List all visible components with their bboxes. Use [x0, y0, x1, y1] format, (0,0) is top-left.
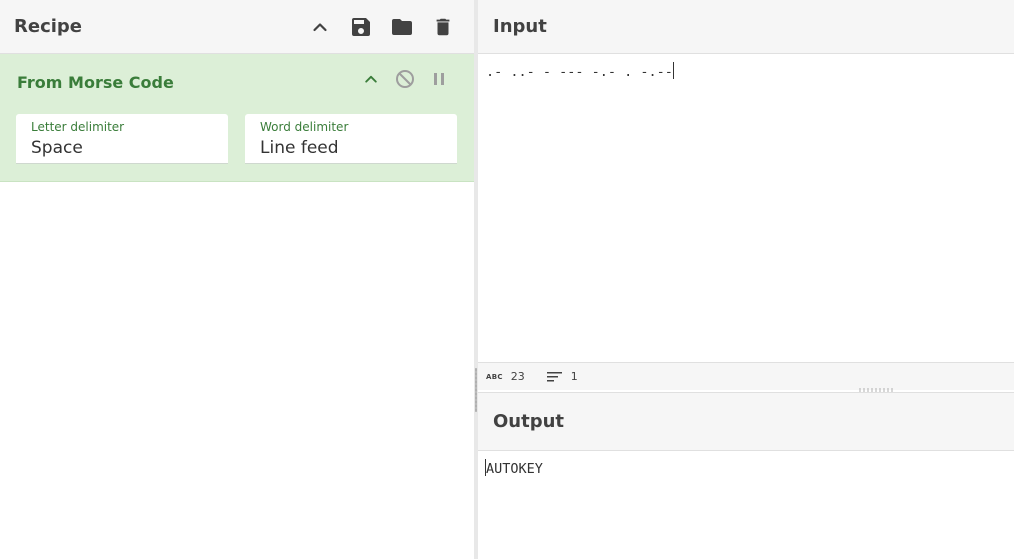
word-delimiter-value: Line feed [260, 138, 339, 158]
word-delimiter-label: Word delimiter [260, 120, 349, 134]
operation-controls [360, 68, 450, 90]
output-textarea[interactable]: AUTOKEY [478, 451, 1014, 559]
output-pane: Output AUTOKEY [478, 392, 1014, 559]
text-caret [672, 62, 674, 79]
output-header: Output [478, 393, 1014, 451]
char-count-stat: ABC 23 [486, 370, 525, 383]
operation-title: From Morse Code [17, 73, 174, 92]
disable-icon[interactable] [394, 68, 416, 90]
input-title: Input [493, 16, 547, 37]
line-count: 1 [570, 370, 578, 383]
input-status-bar: ABC 23 1 [478, 362, 1014, 390]
input-textarea[interactable]: .- ..- - --- -.- . -.-- [478, 54, 1014, 362]
operation-from-morse-code[interactable]: From Morse Code Letter delimiter Space W… [0, 54, 474, 182]
pause-icon[interactable] [428, 68, 450, 90]
output-title: Output [493, 411, 565, 432]
word-delimiter-select[interactable]: Word delimiter Line feed [245, 114, 457, 164]
folder-icon[interactable] [386, 11, 417, 42]
letter-delimiter-select[interactable]: Letter delimiter Space [16, 114, 228, 164]
char-count: 23 [510, 370, 525, 383]
letter-delimiter-value: Space [31, 138, 83, 158]
input-header: Input [478, 0, 1014, 54]
save-icon[interactable] [345, 11, 376, 42]
trash-icon[interactable] [427, 11, 458, 42]
letter-delimiter-label: Letter delimiter [31, 120, 125, 134]
input-text: .- ..- - --- -.- . -.-- [486, 64, 673, 80]
recipe-header: Recipe [0, 0, 474, 54]
chevron-up-icon[interactable] [304, 11, 335, 42]
abc-icon: ABC [486, 372, 503, 381]
vertical-resize-handle[interactable] [475, 368, 477, 412]
input-pane: Input .- ..- - --- -.- . -.-- ABC 23 1 [478, 0, 1014, 390]
chevron-up-icon[interactable] [360, 68, 382, 90]
recipe-toolbar [304, 11, 474, 42]
lines-icon [546, 371, 562, 381]
output-text: AUTOKEY [486, 461, 543, 477]
recipe-title: Recipe [14, 16, 83, 37]
recipe-pane: Recipe From Morse Code Letter delimiter … [0, 0, 474, 559]
line-count-stat: 1 [546, 370, 578, 383]
